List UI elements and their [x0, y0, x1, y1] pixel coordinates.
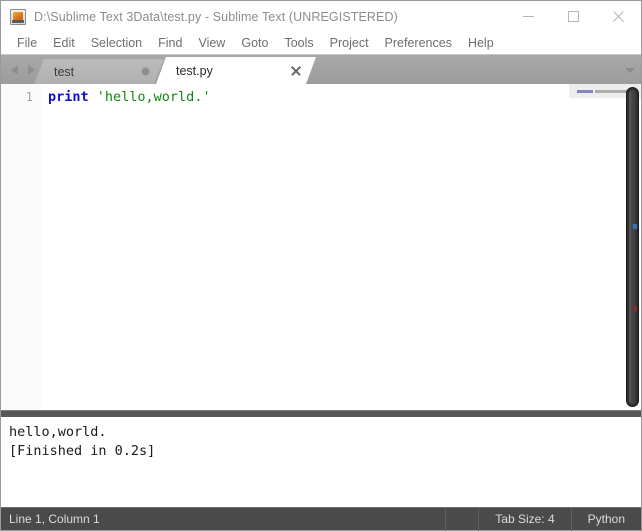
- code-line-1: print 'hello,world.': [48, 89, 569, 106]
- menu-item-goto[interactable]: Goto: [233, 32, 276, 54]
- code-token-string: 'hello,world.': [96, 89, 211, 105]
- build-output-panel[interactable]: hello,world. [Finished in 0.2s]: [1, 417, 641, 507]
- menu-item-find[interactable]: Find: [150, 32, 190, 54]
- vertical-scrollbar[interactable]: [626, 87, 639, 407]
- code-content[interactable]: print 'hello,world.': [41, 84, 569, 410]
- maximize-button[interactable]: [551, 1, 596, 32]
- tab-overflow-button[interactable]: [623, 63, 637, 77]
- menu-item-selection[interactable]: Selection: [83, 32, 150, 54]
- syntax-status[interactable]: Python: [570, 507, 641, 531]
- maximize-icon: [568, 11, 579, 22]
- statusbar-spacer: [445, 507, 478, 531]
- line-number: 1: [25, 90, 33, 104]
- chevron-right-icon[interactable]: [24, 63, 38, 77]
- window-title: D:\Sublime Text 3Data\test.py - Sublime …: [34, 9, 398, 24]
- scroll-marker-red: [633, 306, 637, 311]
- menu-item-edit[interactable]: Edit: [45, 32, 83, 54]
- window-controls: [506, 1, 641, 32]
- close-button[interactable]: [596, 1, 641, 32]
- menu-item-preferences[interactable]: Preferences: [377, 32, 460, 54]
- tab-label: test: [54, 64, 75, 79]
- tab-label: test.py: [176, 63, 213, 78]
- unsaved-changes-dot-icon[interactable]: [141, 67, 150, 76]
- tab-size-status[interactable]: Tab Size: 4: [478, 507, 570, 531]
- output-line: hello,world.: [9, 424, 107, 440]
- editor-area[interactable]: 1 print 'hello,world.': [1, 84, 641, 410]
- menu-item-file[interactable]: File: [9, 32, 45, 54]
- panel-splitter[interactable]: [1, 410, 641, 417]
- menu-item-project[interactable]: Project: [322, 32, 377, 54]
- menu-item-tools[interactable]: Tools: [276, 32, 321, 54]
- minimize-button[interactable]: [506, 1, 551, 32]
- statusbar: Line 1, Column 1 Tab Size: 4 Python: [1, 507, 641, 531]
- menubar: File Edit Selection Find View Goto Tools…: [1, 32, 641, 55]
- chevron-down-icon: [625, 67, 635, 73]
- tab-test-py[interactable]: test.py: [156, 57, 316, 84]
- menu-item-view[interactable]: View: [190, 32, 233, 54]
- close-icon[interactable]: [290, 65, 302, 77]
- tab-nav-arrows: [1, 55, 38, 84]
- chevron-left-icon[interactable]: [7, 63, 21, 77]
- tab-test[interactable]: test: [34, 59, 164, 84]
- statusbar-right-group: Tab Size: 4 Python: [445, 507, 641, 531]
- sublime-text-window: D:\Sublime Text 3Data\test.py - Sublime …: [0, 0, 642, 531]
- cursor-position-status: Line 1, Column 1: [9, 512, 100, 526]
- sublime-text-icon: [10, 8, 26, 25]
- titlebar: D:\Sublime Text 3Data\test.py - Sublime …: [1, 1, 641, 32]
- scroll-marker-blue: [633, 224, 637, 229]
- close-icon: [613, 11, 624, 22]
- code-token-keyword: print: [48, 89, 89, 105]
- output-line: [Finished in 0.2s]: [9, 443, 156, 459]
- minimize-icon: [523, 16, 534, 17]
- tabbar: test test.py: [1, 55, 641, 84]
- menu-item-help[interactable]: Help: [460, 32, 502, 54]
- line-number-gutter: 1: [1, 84, 41, 410]
